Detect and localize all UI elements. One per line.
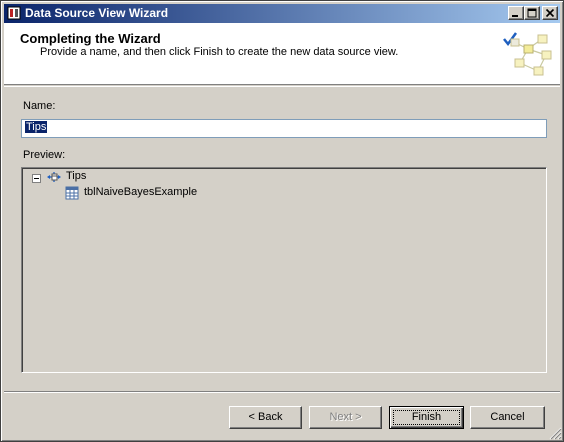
- name-label: Name:: [23, 100, 56, 112]
- tree-node-root-label: Tips: [66, 170, 87, 182]
- header-divider: [4, 86, 560, 87]
- minimize-button[interactable]: [508, 6, 524, 20]
- wizard-header: Completing the Wizard Provide a name, an…: [4, 23, 560, 85]
- page-title: Completing the Wizard: [20, 31, 161, 46]
- maximize-button[interactable]: [524, 6, 540, 20]
- tree-node-root[interactable]: Tips: [22, 169, 222, 185]
- title-bar[interactable]: Data Source View Wizard: [4, 4, 560, 23]
- wizard-window: Data Source View Wizard Completing the W…: [0, 0, 564, 442]
- data-source-view-icon: [47, 172, 61, 182]
- wizard-banner-icon: [503, 32, 552, 76]
- minimize-icon: [512, 15, 518, 17]
- name-value[interactable]: Tips: [25, 121, 48, 133]
- tree-node-table-label: tblNaiveBayesExample: [84, 186, 198, 198]
- next-button[interactable]: Next >: [309, 406, 382, 429]
- preview-label: Preview:: [23, 149, 66, 161]
- resize-grip-icon[interactable]: [549, 427, 562, 440]
- close-button[interactable]: [542, 6, 558, 20]
- footer-divider: [4, 391, 560, 393]
- name-input[interactable]: Tips: [21, 119, 547, 138]
- finish-button[interactable]: Finish: [389, 406, 464, 429]
- maximize-icon: [527, 8, 537, 18]
- cancel-button[interactable]: Cancel: [470, 406, 545, 429]
- page-subtitle: Provide a name, and then click Finish to…: [40, 46, 399, 58]
- wizard-app-icon: [7, 6, 21, 20]
- window-title: Data Source View Wizard: [25, 6, 169, 20]
- back-button[interactable]: < Back: [229, 406, 302, 429]
- close-icon: [545, 8, 555, 18]
- collapse-icon[interactable]: [32, 174, 41, 183]
- focus-rect: [393, 410, 460, 425]
- tree-node-table[interactable]: tblNaiveBayesExample: [22, 185, 262, 201]
- table-icon: [65, 186, 79, 200]
- preview-tree[interactable]: Tips tblNaiveBayesExample: [21, 167, 547, 373]
